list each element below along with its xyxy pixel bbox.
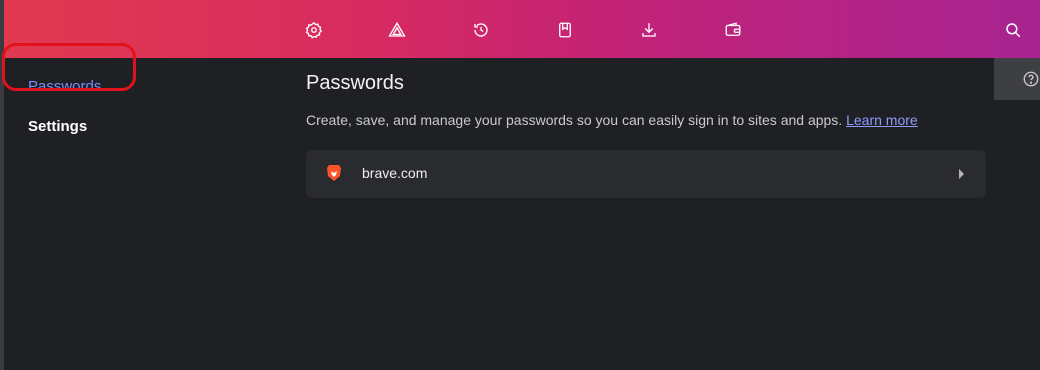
settings-icon[interactable] (305, 21, 323, 39)
highlight-annotation (2, 43, 136, 91)
brave-rewards-icon[interactable] (388, 21, 406, 39)
chevron-right-icon (959, 169, 964, 179)
learn-more-link[interactable]: Learn more (846, 112, 918, 128)
history-icon[interactable] (472, 21, 490, 39)
brave-lion-icon (326, 164, 342, 182)
sidebar: Passwords Settings (4, 58, 284, 370)
downloads-icon[interactable] (640, 21, 658, 39)
password-entry-row[interactable]: brave.com (306, 150, 986, 198)
help-button[interactable] (994, 58, 1040, 100)
bookmarks-icon[interactable] (556, 21, 574, 39)
description-text: Create, save, and manage your passwords … (306, 112, 843, 128)
wallet-icon[interactable] (724, 21, 742, 39)
page-description: Create, save, and manage your passwords … (306, 112, 918, 128)
sidebar-item-settings[interactable]: Settings (28, 118, 87, 135)
top-toolbar (4, 0, 1040, 58)
search-icon[interactable] (1004, 21, 1022, 39)
entry-site: brave.com (362, 165, 428, 181)
help-icon (1023, 71, 1039, 87)
page-title: Passwords (306, 72, 404, 94)
